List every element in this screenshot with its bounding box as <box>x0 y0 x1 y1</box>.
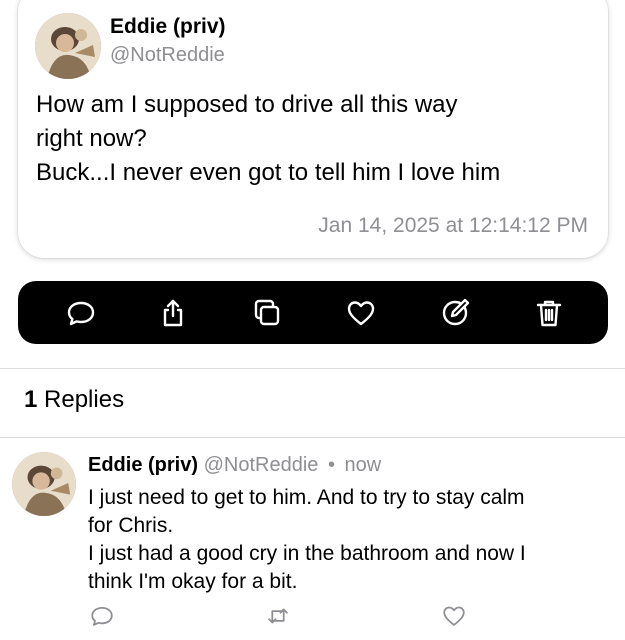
reply-meta: Eddie (priv) @NotReddie • now <box>88 454 381 477</box>
post-body-line: Buck...I never even got to tell him I lo… <box>36 159 501 186</box>
post-timestamp: Jan 14, 2025 at 12:14:12 PM <box>318 214 588 237</box>
like-button[interactable] <box>344 296 378 330</box>
delete-button[interactable] <box>532 296 566 330</box>
reply-author-name[interactable]: Eddie (priv) <box>88 454 198 476</box>
divider <box>0 368 625 369</box>
like-icon <box>443 606 465 626</box>
replies-label: Replies <box>44 386 125 413</box>
replies-count: 1 <box>24 386 38 413</box>
like-icon <box>347 301 375 326</box>
post-card: Eddie (priv) @NotReddie How am I suppose… <box>18 0 608 258</box>
divider <box>0 437 625 438</box>
post-action-bar <box>18 281 608 344</box>
repost-icon <box>268 608 288 624</box>
delete-icon <box>536 300 562 327</box>
reply-body-line: think I'm okay for a bit. <box>88 570 298 593</box>
reply-like-button[interactable] <box>441 603 469 631</box>
meta-separator: • <box>327 454 335 476</box>
edit-icon <box>442 298 470 326</box>
author-handle[interactable]: @NotReddie <box>110 44 225 67</box>
replies-header: 1 Replies <box>24 386 124 414</box>
reply-avatar[interactable] <box>12 452 76 516</box>
author-name[interactable]: Eddie (priv) <box>110 15 226 39</box>
reply-time: now <box>344 454 382 476</box>
edit-button[interactable] <box>438 296 472 330</box>
reply-body: I just need to get to him. And to try to… <box>88 484 618 596</box>
reply-button[interactable] <box>64 296 98 330</box>
copy-icon <box>254 299 280 326</box>
post-body-line: How am I supposed to drive all this way <box>36 91 458 118</box>
reply-author-handle[interactable]: @NotReddie <box>204 454 319 476</box>
reply-icon <box>67 301 95 326</box>
post-body-line: right now? <box>36 125 147 152</box>
reply-body-line: I just need to get to him. And to try to… <box>88 486 525 509</box>
reply-body-line: for Chris. <box>88 514 174 537</box>
reply-reply-button[interactable] <box>89 603 117 631</box>
share-button[interactable] <box>156 296 190 330</box>
avatar[interactable] <box>35 13 101 79</box>
reply-icon <box>91 606 113 626</box>
share-icon <box>163 299 183 327</box>
reply-body-line: I just had a good cry in the bathroom an… <box>88 542 526 565</box>
post-body: How am I supposed to drive all this way … <box>36 88 596 190</box>
copy-button[interactable] <box>250 296 284 330</box>
reply-repost-button[interactable] <box>265 603 293 631</box>
